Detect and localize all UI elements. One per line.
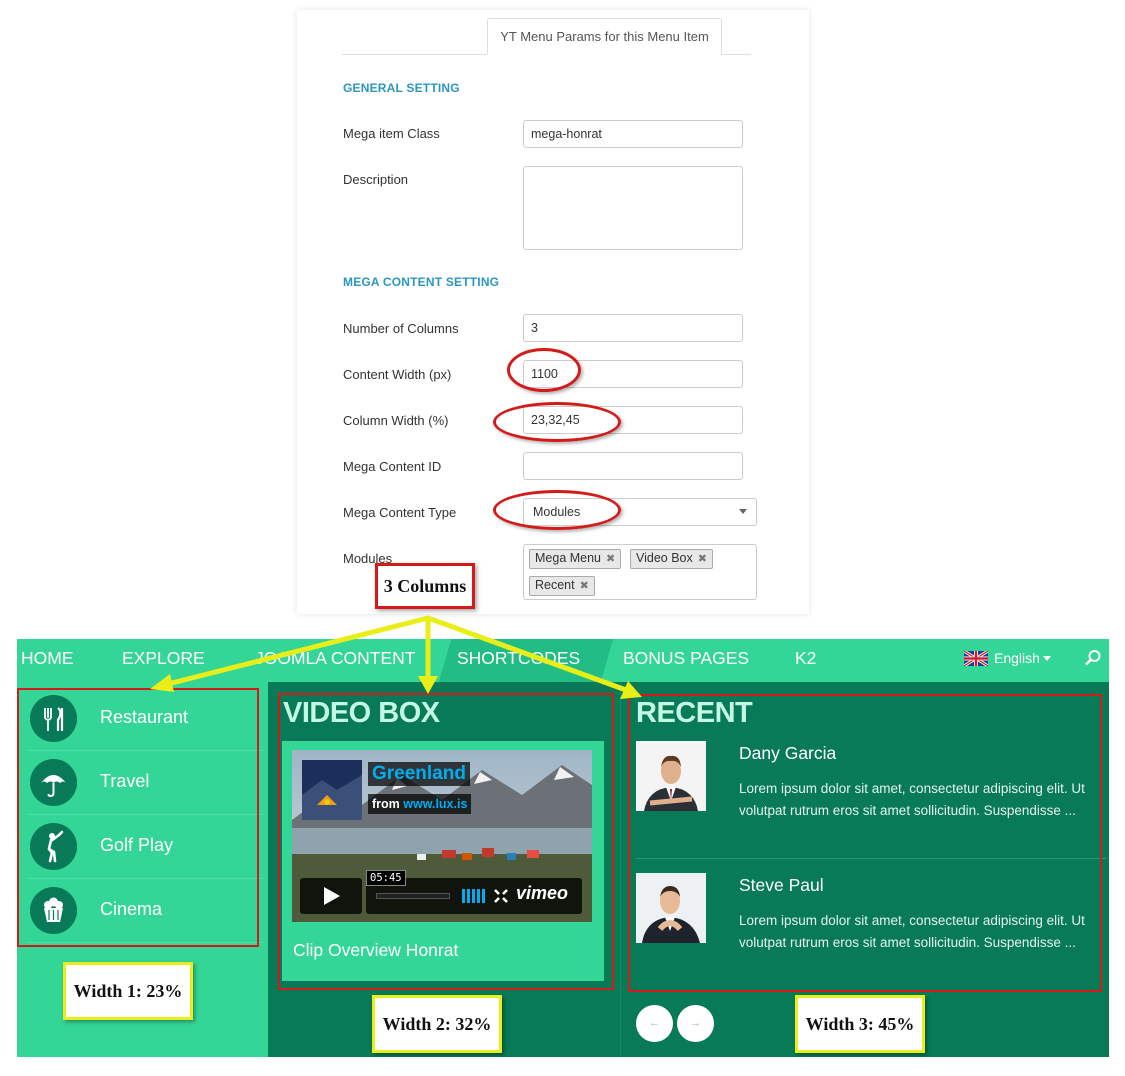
nav-item-shortcodes[interactable]: SHORTCODES xyxy=(457,648,580,669)
uk-flag-icon xyxy=(964,651,988,666)
mega-content-type-label: Mega Content Type xyxy=(343,505,457,520)
width-1-callout: Width 1: 23% xyxy=(63,962,193,1020)
nav-item-joomla-content[interactable]: JOOMLA CONTENT xyxy=(255,648,415,669)
highlight-ellipse xyxy=(493,402,621,442)
nav-item-bonus-pages[interactable]: BONUS PAGES xyxy=(623,648,749,669)
next-button[interactable]: → xyxy=(677,1005,714,1042)
description-label: Description xyxy=(343,172,409,187)
remove-icon[interactable]: ✖ xyxy=(698,553,707,565)
description-textarea[interactable] xyxy=(523,166,743,250)
column-width-label: Column Width (%) xyxy=(343,413,449,428)
column-2-highlight xyxy=(278,693,614,990)
main-navbar: HOME EXPLORE JOOMLA CONTENT SHORTCODES B… xyxy=(17,639,1109,682)
nav-item-k2[interactable]: K2 xyxy=(795,648,816,669)
search-icon[interactable] xyxy=(1084,649,1102,667)
module-chip-label: Video Box xyxy=(636,551,693,565)
remove-icon[interactable]: ✖ xyxy=(606,553,615,565)
mega-content-id-input[interactable] xyxy=(523,452,743,480)
chevron-down-icon xyxy=(739,509,747,514)
mega-content-id-label: Mega Content ID xyxy=(343,459,442,474)
chevron-down-icon xyxy=(1042,656,1051,661)
width-2-callout: Width 2: 32% xyxy=(372,995,502,1053)
columns-callout: 3 Columns xyxy=(375,563,475,609)
mega-item-class-label: Mega item Class xyxy=(343,126,440,141)
content-width-label: Content Width (px) xyxy=(343,367,452,382)
mega-item-class-input[interactable]: mega-honrat xyxy=(523,120,743,148)
language-label: English xyxy=(994,650,1040,666)
module-chip[interactable]: Mega Menu ✖ xyxy=(529,549,622,569)
width-3-callout: Width 3: 45% xyxy=(795,995,925,1053)
module-chip-label: Recent xyxy=(535,578,575,592)
number-of-columns-label: Number of Columns xyxy=(343,321,459,336)
module-chip[interactable]: Recent ✖ xyxy=(529,576,595,596)
nav-item-home[interactable]: HOME xyxy=(21,648,74,669)
column-1-highlight xyxy=(17,688,259,947)
prev-button[interactable]: ← xyxy=(636,1005,673,1042)
mega-content-setting-heading: MEGA CONTENT SETTING xyxy=(343,275,500,289)
modules-multiselect[interactable]: Mega Menu ✖ Video Box ✖ Recent ✖ xyxy=(523,544,757,600)
nav-item-explore[interactable]: EXPLORE xyxy=(122,648,205,669)
remove-icon[interactable]: ✖ xyxy=(580,580,589,592)
tab-yt-menu-params[interactable]: YT Menu Params for this Menu Item xyxy=(487,18,722,55)
module-chip-label: Mega Menu xyxy=(535,551,602,565)
highlight-ellipse xyxy=(507,348,581,392)
module-chip[interactable]: Video Box ✖ xyxy=(630,549,713,569)
number-of-columns-input[interactable]: 3 xyxy=(523,314,743,342)
language-selector[interactable]: English xyxy=(964,650,1051,666)
highlight-ellipse xyxy=(493,490,621,530)
general-setting-heading: GENERAL SETTING xyxy=(343,81,460,95)
column-3-highlight xyxy=(628,694,1102,992)
